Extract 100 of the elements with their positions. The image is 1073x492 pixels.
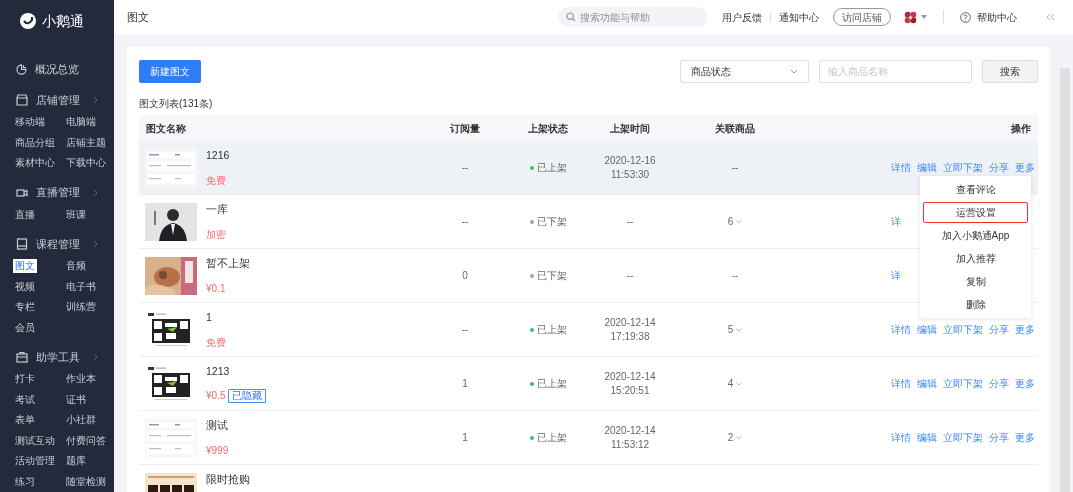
listing-time: 11:53:30 [610, 167, 650, 182]
action-link[interactable]: 详情 [891, 430, 911, 445]
nav-sub-item[interactable]: 训练营 [63, 300, 98, 315]
related-products: -- [731, 269, 739, 283]
page-title: 图文 [127, 9, 150, 25]
nav-group-title[interactable]: 助学工具 [36, 348, 85, 366]
nav-sub-item[interactable]: 移动端 [13, 115, 47, 130]
nav-sub-item[interactable]: 商品分组 [13, 135, 57, 150]
nav-item[interactable]: 概况总览 [35, 60, 79, 78]
menu-item[interactable]: 加入小鹅通App [923, 225, 1028, 246]
nav-sub-item[interactable]: 作业本 [63, 372, 98, 387]
logo-text: 小鹅通 [42, 11, 84, 31]
subscriber-count: 0 [462, 270, 468, 281]
action-link[interactable]: 编辑 [917, 430, 937, 445]
action-link[interactable]: 分享 [989, 376, 1009, 391]
search-button[interactable]: 搜索 [982, 60, 1038, 83]
action-link[interactable]: 编辑 [917, 322, 937, 337]
menu-item[interactable]: 查看评论 [923, 179, 1028, 200]
header-link[interactable]: 用户反馈 [722, 9, 762, 25]
nav-sub-item[interactable]: 考试 [13, 392, 37, 407]
listing-status: 已上架 [536, 323, 567, 337]
search-field[interactable]: 搜索功能与帮助 [558, 7, 708, 27]
toolbox-icon [16, 351, 28, 363]
nav-sub-item[interactable]: 素材中心 [13, 156, 57, 171]
logo-icon [20, 13, 36, 29]
listing-status: 已上架 [536, 161, 567, 175]
nav-sub-item[interactable]: 题库 [63, 454, 88, 469]
nav-sub-item[interactable]: 证书 [63, 392, 88, 407]
action-link[interactable]: 编辑 [917, 376, 937, 391]
menu-item[interactable]: 加入推荐 [923, 248, 1028, 269]
nav-sub-item[interactable]: 活动管理 [13, 454, 57, 469]
nav-sub-item[interactable]: 直播 [13, 207, 37, 222]
nav-sub-item[interactable]: 打卡 [13, 372, 37, 387]
column-header: 上架时间 [610, 122, 650, 134]
help-link[interactable]: 帮助中心 [977, 9, 1017, 25]
action-link[interactable]: 立即下架 [943, 322, 983, 337]
listing-time: 2020-12-16 [604, 153, 656, 168]
nav-sub-item[interactable]: 图文 [13, 259, 37, 274]
nav-sub-item[interactable]: 音频 [63, 259, 88, 274]
listing-time: 15:20:51 [610, 383, 650, 398]
avatar-icon[interactable] [903, 9, 918, 25]
nav-sub-item[interactable]: 店铺主题 [63, 135, 108, 150]
subscriber-count: -- [461, 162, 469, 173]
listing-time: 2020-12-14 [604, 423, 656, 438]
listing-time: 17:19:38 [610, 329, 650, 344]
nav-sub-item[interactable]: 视频 [13, 279, 37, 294]
nav-sub-item[interactable]: 小社群 [63, 413, 98, 428]
status-select[interactable]: 商品状态 [680, 60, 809, 83]
listing-status: 已上架 [536, 431, 567, 445]
listing-time: 2020-12-14 [604, 315, 656, 330]
listing-time: 11:53:12 [610, 437, 650, 452]
action-link[interactable]: 更多 [1015, 322, 1035, 337]
subscriber-count: -- [461, 324, 469, 335]
help-icon [960, 11, 971, 23]
listing-status: 已下架 [536, 215, 567, 229]
action-link[interactable]: 详情 [891, 322, 911, 337]
nav-sub-item[interactable]: 付费问答 [63, 433, 108, 448]
chevron-right-icon [93, 188, 98, 197]
nav-sub-item[interactable]: 表单 [13, 413, 37, 428]
chevron-right-icon [93, 96, 98, 104]
caret-down-icon [921, 15, 927, 19]
nav-sub-item[interactable]: 测试互动 [13, 433, 57, 448]
chevron-right-icon [93, 240, 98, 248]
menu-item[interactable]: 复制 [923, 271, 1028, 292]
action-link[interactable]: 分享 [989, 430, 1009, 445]
action-link[interactable]: 更多 [1015, 430, 1035, 445]
nav-sub-item[interactable]: 随堂检测 [63, 474, 108, 489]
nav-group-title[interactable]: 店铺管理 [36, 91, 85, 109]
header-link[interactable]: 通知中心 [779, 9, 819, 25]
nav-sub-item[interactable]: 会员 [13, 320, 37, 335]
action-link[interactable]: 详 [891, 214, 901, 229]
store-icon [16, 94, 28, 106]
article-price: 加密 [206, 228, 226, 241]
nav-sub-item[interactable]: 电子书 [63, 279, 98, 294]
nav-sub-item[interactable]: 练习 [13, 474, 37, 489]
action-link[interactable]: 更多 [1015, 376, 1035, 391]
listing-time: -- [626, 268, 634, 283]
hidden-tag: 已隐藏 [228, 388, 267, 403]
menu-item[interactable]: 运营设置 [923, 202, 1028, 223]
nav-sub-item[interactable]: 专栏 [13, 300, 37, 315]
action-link[interactable]: 详情 [891, 376, 911, 391]
article-name: 1213 [206, 364, 231, 377]
article-name: 一库 [206, 202, 228, 215]
article-price: 免费 [206, 336, 226, 349]
nav-sub-item[interactable]: 下载中心 [63, 156, 108, 171]
list-title: 图文列表(131条) [139, 97, 214, 110]
nav-sub-item[interactable]: 班课 [63, 207, 88, 222]
action-link[interactable]: 立即下架 [943, 430, 983, 445]
action-link[interactable]: 详 [891, 268, 901, 283]
new-article-button[interactable]: 新建图文 [139, 60, 201, 83]
listing-status: 已上架 [536, 377, 567, 391]
nav-group-title[interactable]: 课程管理 [36, 235, 85, 253]
article-name: 1216 [206, 148, 230, 161]
action-link[interactable]: 分享 [989, 322, 1009, 337]
menu-item[interactable]: 删除 [923, 294, 1028, 315]
nav-group-title[interactable]: 直播管理 [36, 184, 85, 201]
action-link[interactable]: 立即下架 [943, 376, 983, 391]
video-icon [16, 186, 28, 199]
article-price: ¥999 [206, 444, 229, 457]
nav-sub-item[interactable]: 电脑端 [63, 115, 98, 130]
